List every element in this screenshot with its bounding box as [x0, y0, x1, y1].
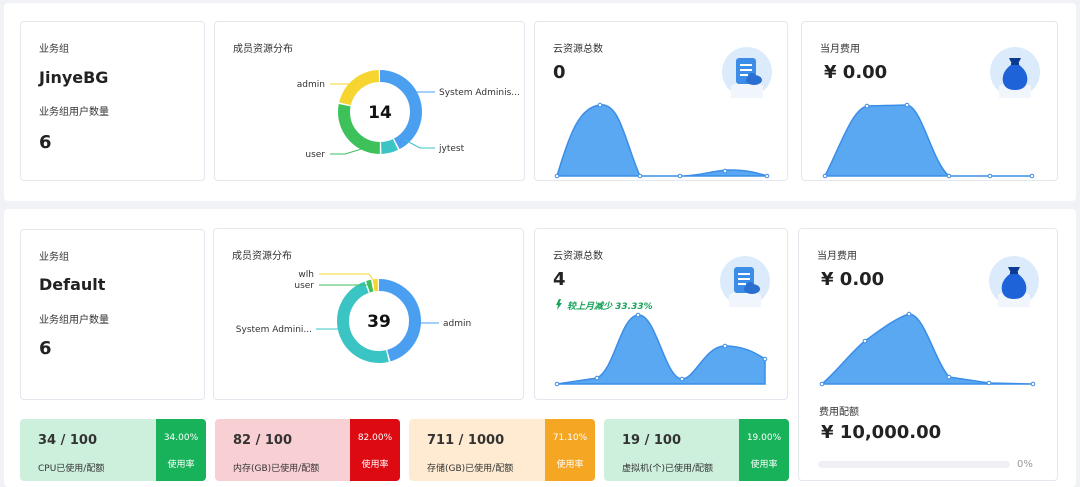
usage-percent: 82.00%: [357, 433, 393, 443]
donut-label: System Admini...: [236, 325, 312, 335]
budget-label: 费用配额: [819, 407, 859, 418]
donut-chart: 14 System Adminis... jytest user admin: [297, 70, 520, 160]
monthly-cost-card: 当月费用 ¥ 0.00: [801, 21, 1058, 181]
usage-rate-label: 使用率: [750, 460, 778, 470]
usage-rate-label: 使用率: [167, 460, 195, 470]
donut-label: user: [305, 150, 325, 160]
usage-percent: 71.10%: [552, 433, 588, 443]
resources-trend-chart: [554, 102, 770, 179]
donut-total: 14: [368, 103, 392, 123]
user-count-label: 业务组用户数量: [39, 315, 109, 326]
user-count: 6: [39, 338, 52, 359]
donut-label: user: [294, 281, 314, 291]
quota-label: 虚拟机(个)已使用/配额: [622, 464, 714, 474]
donut-label: System Adminis...: [439, 88, 520, 98]
quota-value: 711 / 1000: [427, 433, 505, 448]
usage-rate-label: 使用率: [361, 460, 389, 470]
donut-total: 39: [367, 312, 391, 332]
group-name: JinyeBG: [39, 68, 109, 87]
usage-percent: 19.00%: [746, 433, 782, 443]
quota-value: 19 / 100: [622, 433, 682, 448]
group-name-label: 业务组: [39, 252, 69, 263]
member-distribution-card: 成员资源分布 14 System Adminis... jytest user admi…: [214, 21, 525, 181]
usage-rate-block: 71.10% 使用率: [545, 419, 595, 481]
monthly-cost-card: 当月费用 ¥ 0.00 费用配额 ¥ 10,000.00: [798, 228, 1058, 481]
donut-label: admin: [297, 80, 325, 90]
donut-label: wlh: [298, 270, 314, 280]
quota-card-cpu: 34 / 100 CPU已使用/配额 34.00% 使用率: [20, 419, 206, 481]
usage-rate-block: 19.00% 使用率: [739, 419, 789, 481]
user-count: 6: [39, 132, 52, 153]
quota-label: 存储(GB)已使用/配额: [427, 464, 514, 474]
donut-chart: 39 admin System Admini... userwlh: [236, 270, 471, 363]
quota-label: 内存(GB)已使用/配额: [233, 464, 320, 474]
quota-value: 82 / 100: [233, 433, 293, 448]
quota-card-storage: 711 / 1000 存储(GB)已使用/配额 71.10% 使用率: [409, 419, 595, 481]
quota-label: CPU已使用/配额: [38, 464, 105, 474]
usage-rate-label: 使用率: [556, 460, 584, 470]
donut-label: admin: [443, 319, 471, 329]
member-distribution-card: 成员资源分布 39 admin System Admini... user wlh: [213, 228, 524, 400]
group-info-card: 业务组 Default 业务组用户数量 6: [20, 229, 205, 400]
quota-card-vm: 19 / 100 虚拟机(个)已使用/配额 19.00% 使用率: [604, 419, 789, 481]
budget-used-percent: 0%: [1017, 459, 1033, 470]
resources-trend-chart: [554, 312, 768, 387]
resources-card: 云资源总数 4 较上月减少 33.33%: [534, 228, 788, 400]
cost-trend-chart: [819, 311, 1036, 387]
quota-value: 34 / 100: [38, 433, 98, 448]
group-info-card: 业务组 JinyeBG 业务组用户数量 6: [20, 21, 205, 181]
donut-label: jytest: [438, 144, 465, 154]
quota-card-memory: 82 / 100 内存(GB)已使用/配额 82.00% 使用率: [215, 419, 400, 481]
usage-rate-block: 34.00% 使用率: [156, 419, 206, 481]
resources-card: 云资源总数 0: [534, 21, 788, 181]
budget-value: ¥ 10,000.00: [821, 422, 942, 443]
budget-progress-bar: [818, 461, 1010, 468]
usage-percent: 34.00%: [163, 433, 199, 443]
user-count-label: 业务组用户数量: [39, 107, 109, 118]
group-name-label: 业务组: [39, 44, 69, 55]
cost-trend-chart: [822, 102, 1035, 179]
group-name: Default: [39, 275, 106, 294]
usage-rate-block: 82.00% 使用率: [350, 419, 400, 481]
